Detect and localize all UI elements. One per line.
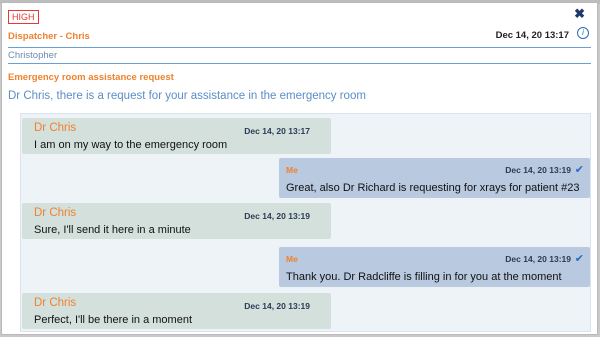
priority-badge: HIGH bbox=[8, 10, 39, 24]
message-bubble-outgoing: Me Dec 14, 20 13:19 ✔ Great, also Dr Ric… bbox=[279, 158, 590, 198]
message-bubble-incoming: Dr Chris Dec 14, 20 13:19 Sure, I'll sen… bbox=[22, 203, 331, 239]
recipient-name: Christopher bbox=[8, 50, 58, 61]
message-text: Thank you. Dr Radcliffe is filling in fo… bbox=[286, 271, 562, 283]
divider bbox=[8, 47, 591, 48]
message-bubble-incoming: Dr Chris Dec 14, 20 13:17 I am on my way… bbox=[22, 118, 331, 154]
checkmark-icon: ✔ bbox=[574, 164, 584, 176]
message-bubble-outgoing: Me Dec 14, 20 13:19 ✔ Thank you. Dr Radc… bbox=[279, 247, 590, 287]
message-bubble-incoming: Dr Chris Dec 14, 20 13:19 Perfect, I'll … bbox=[22, 293, 331, 329]
message-text: Great, also Dr Richard is requesting for… bbox=[286, 182, 580, 194]
message-text: Sure, I'll send it here in a minute bbox=[34, 224, 191, 236]
message-time: Dec 14, 20 13:19 bbox=[244, 211, 310, 221]
subject: Emergency room assistance request bbox=[8, 72, 174, 83]
message-text: I am on my way to the emergency room bbox=[34, 139, 228, 151]
notification-dialog: HIGH ✖ Dispatcher - Chris Dec 14, 20 13:… bbox=[1, 2, 598, 335]
message-time: Dec 14, 20 13:19 bbox=[505, 254, 571, 264]
message-sender: Me bbox=[286, 254, 298, 264]
checkmark-icon: ✔ bbox=[574, 253, 584, 265]
notification-body: Dr Chris, there is a request for your as… bbox=[8, 90, 366, 102]
divider bbox=[8, 63, 591, 64]
message-text: Perfect, I'll be there in a moment bbox=[34, 314, 193, 326]
message-sender: Dr Chris bbox=[34, 122, 77, 134]
message-sender: Me bbox=[286, 165, 298, 175]
sender-name: Dispatcher - Chris bbox=[8, 31, 90, 42]
message-thread[interactable]: Dr Chris Dec 14, 20 13:17 I am on my way… bbox=[20, 113, 591, 332]
message-time: Dec 14, 20 13:19 bbox=[505, 165, 571, 175]
message-time: Dec 14, 20 13:17 bbox=[244, 126, 310, 136]
close-icon[interactable]: ✖ bbox=[574, 6, 585, 22]
info-icon[interactable]: i bbox=[577, 27, 589, 39]
notification-date: Dec 14, 20 13:17 bbox=[495, 30, 569, 41]
message-sender: Dr Chris bbox=[34, 297, 77, 309]
message-sender: Dr Chris bbox=[34, 207, 77, 219]
message-time: Dec 14, 20 13:19 bbox=[244, 301, 310, 311]
